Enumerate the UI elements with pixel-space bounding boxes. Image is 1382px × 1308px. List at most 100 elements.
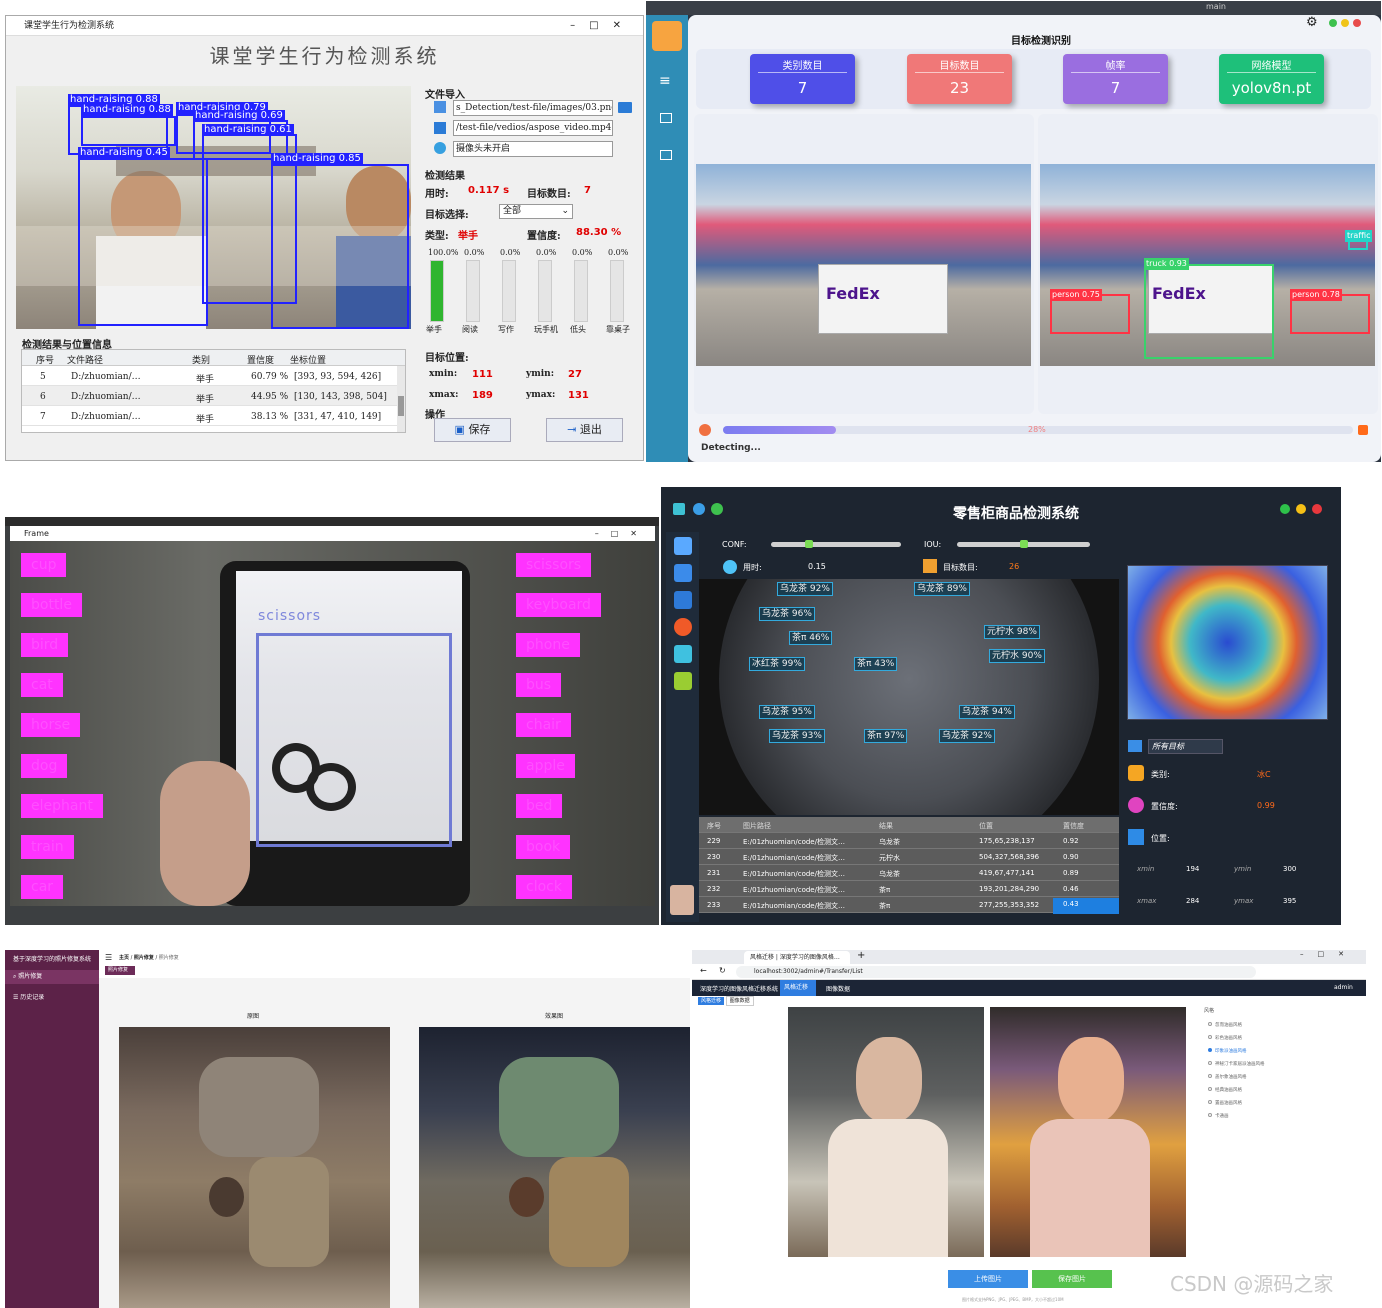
tag[interactable]: 风格迁移: [698, 997, 725, 1005]
class-label-button[interactable]: horse: [21, 713, 81, 737]
reload-icon[interactable]: ↻: [719, 966, 726, 975]
browser-tab[interactable]: 风格迁移 | 深度学习的图像风格…: [744, 951, 850, 964]
save-button[interactable]: 保存图片: [1032, 1270, 1112, 1288]
sidebar-item-photo-repair[interactable]: ⌕ 照片修复: [5, 970, 99, 984]
image-icon[interactable]: [674, 564, 692, 582]
style-option[interactable]: 神秘汀卡家居派油画风格: [1208, 1061, 1265, 1067]
image-path-input[interactable]: s_Detection/test-file/images/03.png: [453, 100, 613, 116]
camera-status-field[interactable]: 摄像头未开启: [453, 141, 613, 157]
class-label-button[interactable]: apple: [516, 754, 575, 778]
scrollbar-thumb[interactable]: [398, 396, 404, 416]
camera-icon[interactable]: [434, 142, 446, 154]
target-select-dropdown[interactable]: 所有目标: [1148, 739, 1223, 754]
style-option[interactable]: 盖尔象油画风格: [1208, 1074, 1247, 1080]
menu-icon[interactable]: [674, 537, 692, 555]
menu-icon[interactable]: ≡: [659, 73, 671, 89]
table-header-cell[interactable]: 置信度: [247, 353, 274, 366]
radio-icon[interactable]: [1208, 1100, 1212, 1104]
stop-icon[interactable]: [1358, 425, 1368, 435]
gear-icon[interactable]: ⚙: [1306, 15, 1318, 30]
table-header-cell[interactable]: 位置: [979, 821, 993, 831]
camera-icon[interactable]: [674, 618, 692, 636]
style-option[interactable]: 忽而油画风格: [1208, 1022, 1242, 1028]
style-option[interactable]: 经典油画风格: [1208, 1087, 1242, 1093]
window-dot-yellow[interactable]: [1341, 19, 1349, 27]
class-label-button[interactable]: clock: [516, 875, 572, 899]
class-label-button[interactable]: scissors: [516, 553, 592, 577]
class-label-button[interactable]: chair: [516, 713, 571, 737]
class-label-button[interactable]: bus: [516, 673, 562, 697]
info-icon[interactable]: [711, 503, 723, 515]
radio-icon[interactable]: [1208, 1022, 1212, 1026]
radio-icon[interactable]: [1208, 1087, 1212, 1091]
table-row[interactable]: 7 D:/zhuomian/… 举手 38.13 % [331, 47, 410, 14…: [22, 406, 405, 426]
window-dot-green[interactable]: [1329, 19, 1337, 27]
table-row[interactable]: 6 D:/zhuomian/… 举手 44.95 % [130, 143, 398, 5…: [22, 386, 405, 406]
class-label-button[interactable]: bird: [21, 633, 69, 657]
window-dot-red[interactable]: [1312, 504, 1322, 514]
iou-slider[interactable]: [957, 540, 1090, 548]
table-row[interactable]: 5 D:/zhuomian/… 举手 60.79 % [393, 93, 594, 42…: [22, 366, 405, 386]
upload-button[interactable]: 上传图片: [948, 1270, 1028, 1288]
folder-icon[interactable]: [674, 591, 692, 609]
window-controls[interactable]: –□✕: [570, 16, 635, 36]
window-dot-yellow[interactable]: [1296, 504, 1306, 514]
style-option[interactable]: 卡通画: [1208, 1113, 1229, 1119]
radio-icon[interactable]: [1208, 1074, 1212, 1078]
nav-style-transfer[interactable]: 风格迁移: [780, 980, 816, 996]
table-header-cell[interactable]: 坐标位置: [290, 353, 326, 366]
folder-icon[interactable]: [660, 113, 672, 123]
image-icon[interactable]: [434, 101, 446, 113]
radio-icon[interactable]: [1208, 1035, 1212, 1039]
table-header-cell[interactable]: 图片路径: [743, 821, 771, 831]
menu-icon[interactable]: ☰: [105, 953, 112, 962]
user-icon[interactable]: [693, 503, 705, 515]
style-option[interactable]: 置画油画风格: [1208, 1100, 1242, 1106]
radio-icon[interactable]: [1208, 1113, 1212, 1117]
video-path-input[interactable]: /test-file/vedios/aspose_video.mp4: [453, 120, 613, 136]
window-dot-red[interactable]: [1353, 19, 1361, 27]
table-row[interactable]: 232 E:/01zhuomian/code/检测文… 茶π 193,201,284,…: [699, 881, 1119, 897]
breadcrumb-item[interactable]: 照片修复: [134, 955, 154, 961]
class-label-button[interactable]: cat: [21, 673, 63, 697]
video-icon[interactable]: [434, 122, 446, 134]
table-header-cell[interactable]: 结果: [879, 821, 893, 831]
iou-slider-thumb[interactable]: [1019, 540, 1028, 548]
table-row[interactable]: 229 E:/01zhuomian/code/检测文… 乌龙茶 175,65,238,…: [699, 833, 1119, 849]
class-label-button[interactable]: train: [21, 835, 74, 859]
back-icon[interactable]: ←: [700, 966, 707, 975]
table-header-cell[interactable]: 类别: [192, 353, 210, 366]
class-label-button[interactable]: cup: [21, 553, 67, 577]
table-scrollbar[interactable]: [397, 366, 405, 432]
table-row[interactable]: 231 E:/01zhuomian/code/检测文… 乌龙茶 419,67,477,…: [699, 865, 1119, 881]
sidebar-item-history[interactable]: ☰ 历史记录: [5, 991, 99, 1005]
tag[interactable]: 照片修复: [105, 966, 135, 975]
class-label-button[interactable]: bed: [516, 794, 563, 818]
nav-image-data[interactable]: 图像数据: [826, 984, 850, 993]
table-header-cell[interactable]: 置信度: [1063, 821, 1084, 831]
style-option[interactable]: 彩色油画风格: [1208, 1035, 1242, 1041]
class-label-button[interactable]: book: [516, 835, 571, 859]
class-label-button[interactable]: car: [21, 875, 64, 899]
tag[interactable]: 图像数据: [725, 996, 754, 1006]
url-bar[interactable]: localhost:3002/admin#/Transfer/List: [736, 966, 1256, 978]
target-select-dropdown[interactable]: 全部 ⌄: [499, 204, 573, 219]
new-tab-icon[interactable]: +: [857, 950, 865, 961]
table-header-cell[interactable]: 序号: [36, 353, 54, 366]
lock-icon[interactable]: [674, 672, 692, 690]
folder-icon[interactable]: [618, 102, 632, 113]
class-label-button[interactable]: phone: [516, 633, 580, 657]
git-branch[interactable]: main: [1206, 2, 1226, 11]
table-header-cell[interactable]: 文件路径: [67, 353, 103, 366]
class-label-button[interactable]: keyboard: [516, 593, 601, 617]
table-row[interactable]: 230 E:/01zhuomian/code/检测文… 元柠水 504,327,568…: [699, 849, 1119, 865]
save-button[interactable]: ▣ 保存: [434, 418, 511, 442]
conf-slider[interactable]: [771, 540, 901, 548]
radio-icon[interactable]: [1208, 1061, 1212, 1065]
style-option[interactable]: 印象派油画风格: [1208, 1048, 1247, 1054]
conf-slider-thumb[interactable]: [805, 540, 814, 548]
table-row[interactable]: 233 E:/01zhuomian/code/检测文… 茶π 277,255,353,…: [699, 897, 1119, 914]
video-icon[interactable]: [674, 645, 692, 663]
video-icon[interactable]: [660, 150, 672, 160]
breadcrumb-item[interactable]: 主页: [119, 955, 129, 961]
